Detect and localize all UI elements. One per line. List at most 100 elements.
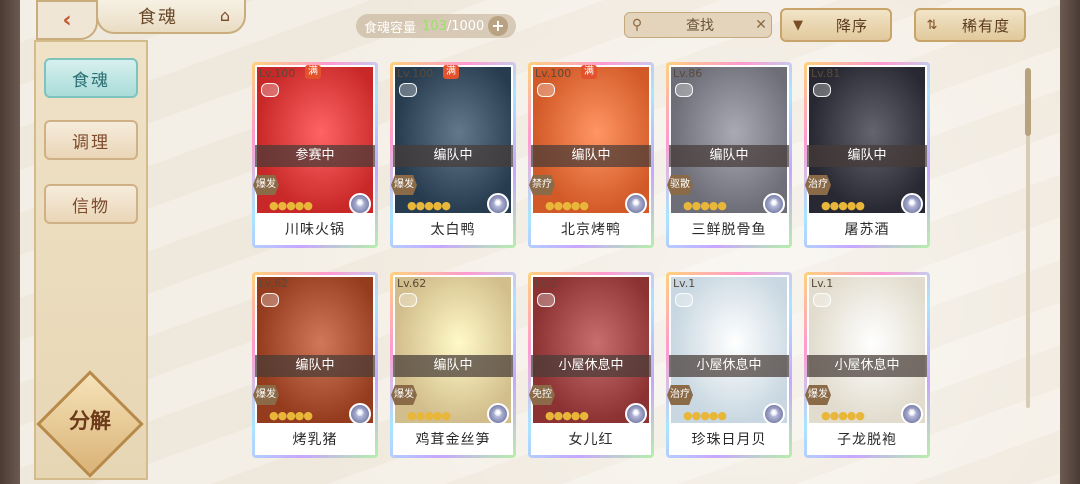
sort-down-icon: ▼ bbox=[793, 17, 803, 33]
element-icon: ✺ bbox=[901, 403, 923, 425]
star-rating: ●●●●● bbox=[821, 199, 865, 212]
soul-card[interactable]: Lv.81 编队中 治疗 ●●●●● ✺ 屠苏酒 bbox=[804, 62, 930, 248]
sort-toggle-icon: ⇅ bbox=[926, 17, 938, 33]
character-name: 屠苏酒 bbox=[807, 215, 927, 245]
status-banner: 编队中 bbox=[255, 355, 375, 377]
status-banner: 参赛中 bbox=[255, 145, 375, 167]
element-icon: ✺ bbox=[349, 403, 371, 425]
sidebar-item-tokens[interactable]: 信物 bbox=[44, 184, 138, 224]
decompose-label: 分解 bbox=[69, 408, 111, 433]
max-badge: 满 bbox=[581, 65, 597, 79]
back-button[interactable]: ‹ bbox=[36, 0, 98, 40]
status-banner: 小屋休息中 bbox=[531, 355, 651, 377]
cup-icon bbox=[813, 83, 831, 97]
role-badge: 免控 bbox=[529, 385, 555, 405]
soul-card[interactable]: Lv.100 满 编队中 爆发 ●●●●● ✺ 太白鸭 bbox=[390, 62, 516, 248]
role-badge: 爆发 bbox=[253, 175, 279, 195]
role-badge: 爆发 bbox=[391, 385, 417, 405]
sort-order-label: 降序 bbox=[835, 16, 868, 35]
cup-icon bbox=[813, 293, 831, 307]
cup-icon bbox=[399, 83, 417, 97]
role-badge: 治疗 bbox=[805, 175, 831, 195]
add-capacity-button[interactable]: + bbox=[488, 16, 508, 36]
role-badge: 爆发 bbox=[805, 385, 831, 405]
soul-card[interactable]: Lv.1 小屋休息中 爆发 ●●●●● ✺ 子龙脱袍 bbox=[804, 272, 930, 458]
character-name: 川味火锅 bbox=[255, 215, 375, 245]
star-rating: ●●●●● bbox=[269, 199, 313, 212]
role-badge: 爆发 bbox=[391, 175, 417, 195]
sidebar-item-souls[interactable]: 食魂 bbox=[44, 58, 138, 98]
soul-card-grid: Lv.100 满 参赛中 爆发 ●●●●● ✺ 川味火锅 Lv.100 满 编队… bbox=[252, 62, 942, 462]
capacity-max: /1000 bbox=[446, 18, 485, 34]
max-badge: 满 bbox=[443, 65, 459, 79]
level-label: Lv.62 bbox=[259, 277, 289, 290]
soul-card[interactable]: Lv.1 小屋休息中 治疗 ●●●●● ✺ 珍珠日月贝 bbox=[666, 272, 792, 458]
cup-icon bbox=[675, 83, 693, 97]
character-name: 珍珠日月贝 bbox=[669, 425, 789, 455]
character-name: 三鲜脱骨鱼 bbox=[669, 215, 789, 245]
cup-icon bbox=[399, 293, 417, 307]
star-rating: ●●●●● bbox=[545, 409, 589, 422]
search-box[interactable]: ⚲ 查找 ✕ bbox=[624, 12, 772, 38]
soul-card[interactable]: Lv.100 满 参赛中 爆发 ●●●●● ✺ 川味火锅 bbox=[252, 62, 378, 248]
soul-card[interactable]: Lv.100 满 编队中 禁疗 ●●●●● ✺ 北京烤鸭 bbox=[528, 62, 654, 248]
scrollbar-thumb[interactable] bbox=[1025, 68, 1031, 136]
soul-card[interactable]: Lv.1 小屋休息中 免控 ●●●●● ✺ 女儿红 bbox=[528, 272, 654, 458]
soul-card[interactable]: Lv.62 编队中 爆发 ●●●●● ✺ 烤乳猪 bbox=[252, 272, 378, 458]
character-name: 子龙脱袍 bbox=[807, 425, 927, 455]
clear-search-icon[interactable]: ✕ bbox=[751, 17, 771, 33]
element-icon: ✺ bbox=[763, 193, 785, 215]
character-name: 鸡茸金丝笋 bbox=[393, 425, 513, 455]
role-badge: 治疗 bbox=[667, 385, 693, 405]
element-icon: ✺ bbox=[763, 403, 785, 425]
level-label: Lv.100 bbox=[535, 67, 572, 80]
element-icon: ✺ bbox=[487, 403, 509, 425]
role-badge: 驱散 bbox=[667, 175, 693, 195]
sort-by-label: 稀有度 bbox=[961, 16, 1010, 35]
character-name: 北京烤鸭 bbox=[531, 215, 651, 245]
max-badge: 满 bbox=[305, 65, 321, 79]
star-rating: ●●●●● bbox=[269, 409, 313, 422]
status-banner: 编队中 bbox=[669, 145, 789, 167]
capacity-label: 食魂容量 bbox=[364, 20, 417, 36]
right-frame bbox=[1060, 0, 1080, 484]
element-icon: ✺ bbox=[625, 193, 647, 215]
left-frame bbox=[0, 0, 20, 484]
cup-icon bbox=[537, 293, 555, 307]
element-icon: ✺ bbox=[349, 193, 371, 215]
level-label: Lv.62 bbox=[397, 277, 427, 290]
title-emblem-icon: ⌂ bbox=[219, 6, 231, 25]
character-name: 太白鸭 bbox=[393, 215, 513, 245]
level-label: Lv.81 bbox=[811, 67, 841, 80]
level-label: Lv.86 bbox=[673, 67, 703, 80]
level-label: Lv.1 bbox=[673, 277, 696, 290]
level-label: Lv.1 bbox=[535, 277, 558, 290]
search-input[interactable]: 查找 bbox=[649, 15, 751, 35]
soul-card[interactable]: Lv.86 编队中 驱散 ●●●●● ✺ 三鲜脱骨鱼 bbox=[666, 62, 792, 248]
status-banner: 编队中 bbox=[393, 145, 513, 167]
star-rating: ●●●●● bbox=[407, 409, 451, 422]
character-name: 女儿红 bbox=[531, 425, 651, 455]
back-arrow-icon: ‹ bbox=[62, 7, 72, 33]
sidebar-item-conditioning[interactable]: 调理 bbox=[44, 120, 138, 160]
status-banner: 编队中 bbox=[393, 355, 513, 377]
status-banner: 编队中 bbox=[807, 145, 927, 167]
role-badge: 爆发 bbox=[253, 385, 279, 405]
sort-order-button[interactable]: ▼ 降序 bbox=[780, 8, 892, 42]
cup-icon bbox=[261, 293, 279, 307]
status-banner: 小屋休息中 bbox=[669, 355, 789, 377]
search-icon: ⚲ bbox=[631, 17, 643, 33]
cup-icon bbox=[261, 83, 279, 97]
character-name: 烤乳猪 bbox=[255, 425, 375, 455]
star-rating: ●●●●● bbox=[821, 409, 865, 422]
status-banner: 编队中 bbox=[531, 145, 651, 167]
soul-card[interactable]: Lv.62 编队中 爆发 ●●●●● ✺ 鸡茸金丝笋 bbox=[390, 272, 516, 458]
star-rating: ●●●●● bbox=[683, 199, 727, 212]
role-badge: 禁疗 bbox=[529, 175, 555, 195]
sort-by-button[interactable]: ⇅ 稀有度 bbox=[914, 8, 1026, 42]
element-icon: ✺ bbox=[625, 403, 647, 425]
element-icon: ✺ bbox=[901, 193, 923, 215]
level-label: Lv.100 bbox=[259, 67, 296, 80]
level-label: Lv.100 bbox=[397, 67, 434, 80]
cup-icon bbox=[675, 293, 693, 307]
